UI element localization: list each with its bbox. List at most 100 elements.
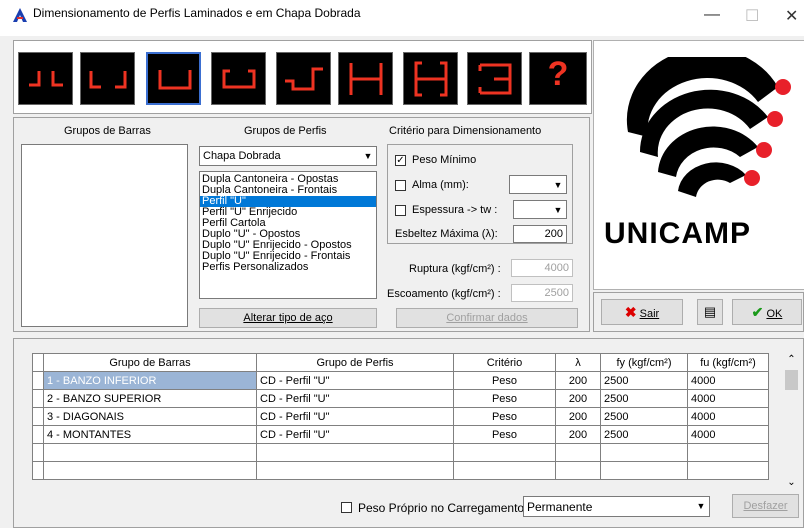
row-indicator[interactable] (32, 425, 44, 444)
chevron-down-icon: ▼ (693, 497, 709, 516)
double-angle-opposite-icon (29, 71, 63, 87)
criterio-box: ✓ Peso Mínimo Alma (mm): ▼ Espessura -> … (387, 144, 573, 244)
cell-fu[interactable]: 4000 (687, 389, 769, 408)
maximize-icon[interactable]: ☐ (745, 6, 759, 26)
cell-grupo-perfis[interactable]: CD - Perfil "U" (256, 407, 454, 426)
cell-criterio[interactable]: Peso (453, 407, 556, 426)
table-row-empty[interactable] (32, 461, 769, 480)
criterio-heading: Critério para Dimensionamento (389, 125, 542, 137)
actions-panel: ✖ Sair ▤ ✔ OK (593, 292, 804, 332)
close-icon[interactable]: ✕ (785, 6, 798, 26)
peso-minimo-checkbox[interactable]: ✓ (395, 155, 406, 166)
hat-profile-icon (285, 67, 323, 91)
col-lambda[interactable]: λ (555, 353, 601, 372)
cell-criterio[interactable]: Peso (453, 425, 556, 444)
cell-grupo-barras[interactable]: 3 - DIAGONAIS (43, 407, 257, 426)
u-stiffened-button[interactable] (211, 52, 266, 105)
scroll-up-icon[interactable]: ⌃ (783, 354, 800, 365)
x-icon: ✖ (624, 304, 637, 320)
minimize-icon[interactable]: — (704, 6, 720, 24)
cell-lambda[interactable]: 200 (555, 407, 601, 426)
cell-grupo-perfis[interactable]: CD - Perfil "U" (256, 371, 454, 390)
cell-grupo-perfis[interactable]: CD - Perfil "U" (256, 425, 454, 444)
logo-text: UNICAMP (604, 217, 751, 250)
col-fy[interactable]: fy (kgf/cm²) (600, 353, 688, 372)
col-grupo-barras[interactable]: Grupo de Barras (43, 353, 257, 372)
esbeltez-label: Esbeltez Máxima (λ): (395, 228, 498, 240)
cell-fy[interactable]: 2500 (600, 425, 688, 444)
cell-fy[interactable]: 2500 (600, 371, 688, 390)
calculator-button[interactable]: ▤ (697, 299, 723, 325)
u-profile-button[interactable] (146, 52, 201, 105)
barras-list[interactable] (21, 144, 188, 327)
table-row[interactable]: 1 - BANZO INFERIOR CD - Perfil "U" Peso … (32, 371, 769, 390)
cell-fy[interactable]: 2500 (600, 389, 688, 408)
app-icon (13, 8, 27, 22)
check-icon: ✔ (751, 304, 764, 320)
table-row[interactable]: 3 - DIAGONAIS CD - Perfil "U" Peso 200 2… (32, 407, 769, 426)
ruptura-input[interactable]: 4000 (511, 259, 573, 277)
main-panel: Grupos de Barras Grupos de Perfis Chapa … (13, 117, 590, 332)
double-u-opposite-icon (349, 63, 383, 95)
cell-lambda[interactable]: 200 (555, 389, 601, 408)
table-row[interactable]: 4 - MONTANTES CD - Perfil "U" Peso 200 2… (32, 425, 769, 444)
table-row-empty[interactable] (32, 443, 769, 462)
unicamp-logo: UNICAMP (593, 40, 804, 290)
row-indicator[interactable] (32, 407, 44, 426)
escoamento-input[interactable]: 2500 (511, 284, 573, 302)
perfis-select[interactable]: Chapa Dobrada ▼ (199, 146, 377, 166)
cell-grupo-barras[interactable]: 2 - BANZO SUPERIOR (43, 389, 257, 408)
col-fu[interactable]: fu (kgf/cm²) (687, 353, 769, 372)
chevron-down-icon: ▼ (360, 147, 376, 165)
ok-button[interactable]: ✔ OK (732, 299, 802, 325)
profile-toolbar: ? (13, 40, 592, 114)
cell-lambda[interactable]: 200 (555, 425, 601, 444)
list-item[interactable]: Perfis Personalizados (200, 262, 376, 273)
desfazer-button[interactable]: Desfazer (732, 494, 799, 518)
double-angle-opposite-button[interactable] (18, 52, 73, 105)
espessura-select[interactable]: ▼ (513, 200, 567, 219)
scroll-thumb[interactable] (785, 370, 798, 390)
double-angle-front-icon (89, 71, 127, 89)
perfis-heading: Grupos de Perfis (244, 125, 327, 137)
alma-checkbox[interactable] (395, 180, 406, 191)
alma-select[interactable]: ▼ (509, 175, 567, 194)
cell-fu[interactable]: 4000 (687, 407, 769, 426)
double-u-stiffened-front-button[interactable] (467, 52, 522, 105)
cell-grupo-perfis[interactable]: CD - Perfil "U" (256, 389, 454, 408)
double-u-stiffened-opposite-button[interactable] (403, 52, 458, 105)
alterar-aco-button[interactable]: Alterar tipo de aço (199, 308, 377, 328)
table-row[interactable]: 2 - BANZO SUPERIOR CD - Perfil "U" Peso … (32, 389, 769, 408)
double-u-opposite-button[interactable] (338, 52, 393, 105)
help-button[interactable]: ? (529, 52, 587, 105)
col-criterio[interactable]: Critério (453, 353, 556, 372)
cell-fy[interactable]: 2500 (600, 407, 688, 426)
grid-scrollbar[interactable]: ⌃ ⌄ (783, 354, 800, 488)
sair-button[interactable]: ✖ Sair (601, 299, 683, 325)
cell-fu[interactable]: 4000 (687, 425, 769, 444)
espessura-checkbox[interactable] (395, 205, 406, 216)
col-grupo-perfis[interactable]: Grupo de Perfis (256, 353, 454, 372)
carregamento-select[interactable]: Permanente ▼ (523, 496, 710, 517)
peso-proprio-checkbox[interactable] (341, 502, 352, 513)
cell-lambda[interactable]: 200 (555, 371, 601, 390)
double-angle-front-button[interactable] (80, 52, 135, 105)
hat-profile-button[interactable] (276, 52, 331, 105)
row-indicator[interactable] (32, 389, 44, 408)
cell-grupo-barras[interactable]: 4 - MONTANTES (43, 425, 257, 444)
cell-fu[interactable]: 4000 (687, 371, 769, 390)
perfis-list[interactable]: Dupla Cantoneira - Opostas Dupla Cantone… (199, 171, 377, 299)
scroll-down-icon[interactable]: ⌄ (783, 477, 800, 488)
peso-minimo-label: Peso Mínimo (412, 154, 477, 166)
u-profile-icon (158, 70, 192, 90)
esbeltez-input[interactable]: 200 (513, 225, 567, 243)
confirmar-dados-button[interactable]: Confirmar dados (396, 308, 578, 328)
cell-criterio[interactable]: Peso (453, 371, 556, 390)
chevron-down-icon: ▼ (550, 176, 566, 193)
help-icon: ? (547, 55, 569, 93)
cell-grupo-barras[interactable]: 1 - BANZO INFERIOR (43, 371, 257, 390)
alma-label: Alma (mm): (412, 179, 469, 191)
u-stiffened-icon (222, 69, 256, 89)
cell-criterio[interactable]: Peso (453, 389, 556, 408)
row-indicator[interactable] (32, 371, 44, 390)
